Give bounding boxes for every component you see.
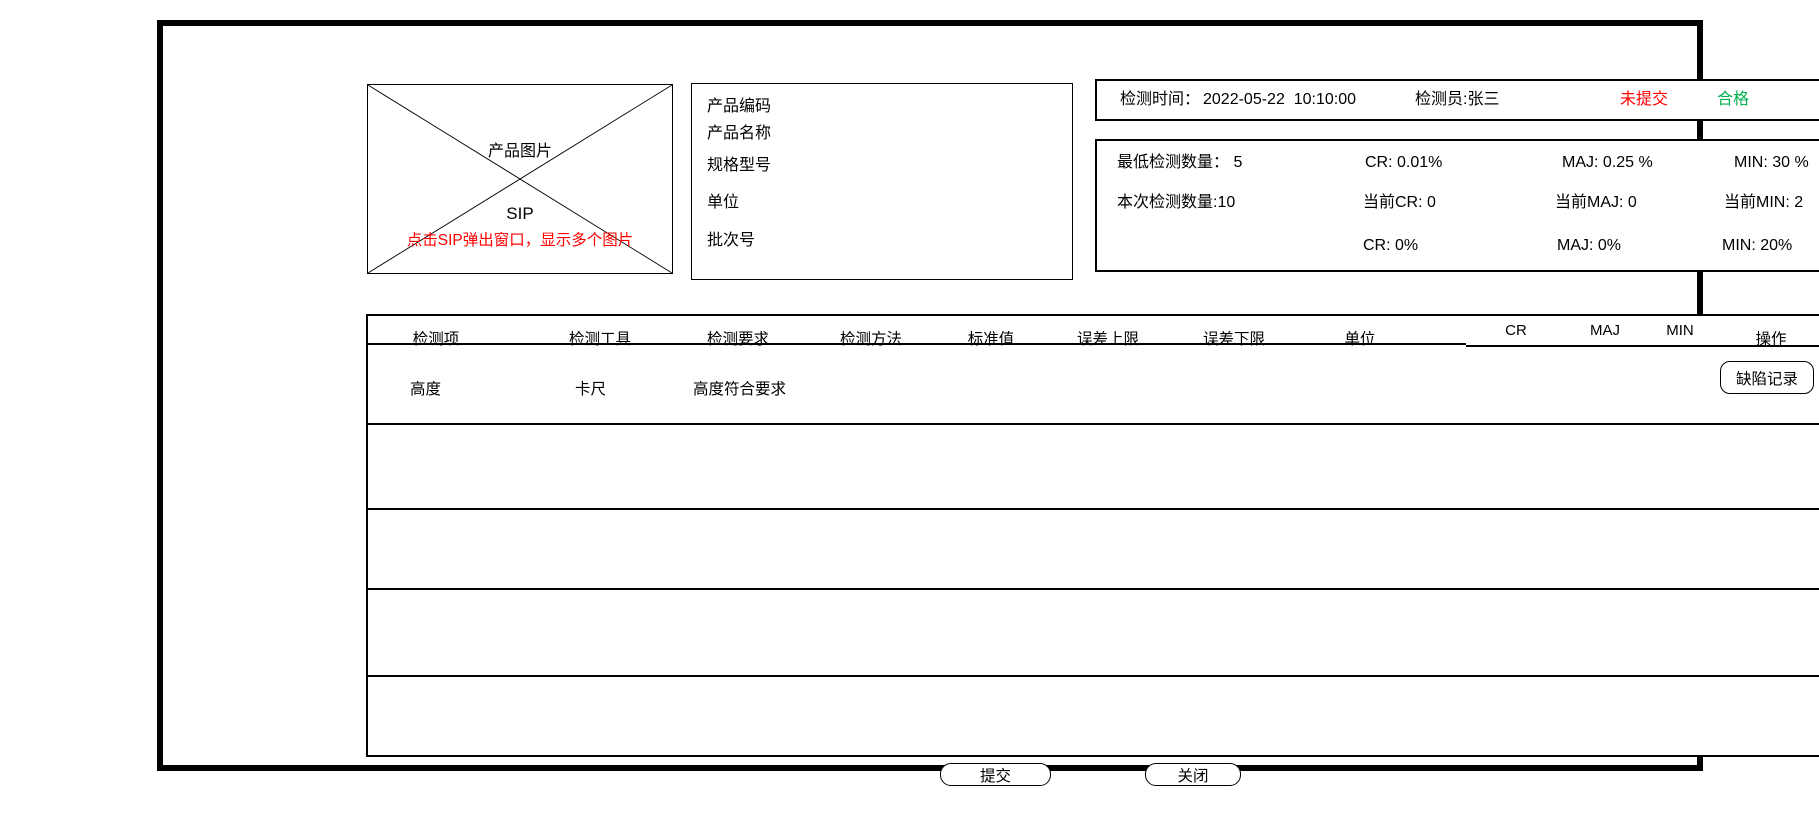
maj-rate: MAJ: 0%	[1557, 236, 1621, 255]
row-cell-requirement: 高度符合要求	[693, 377, 786, 399]
col-header-requirement: 检测要求	[707, 327, 769, 349]
field-label-batch-no: 批次号	[707, 231, 755, 251]
col-header-method: 检测方法	[840, 327, 902, 349]
inspection-time-value: 2022-05-22 10:10:00	[1203, 90, 1356, 110]
maj-limit: MAJ: 0.25 %	[1562, 153, 1653, 172]
field-label-unit: 单位	[707, 193, 739, 213]
row-separator	[368, 675, 1819, 677]
col-header-min: MIN	[1666, 322, 1694, 339]
cr-rate: CR: 0%	[1363, 236, 1418, 255]
inspection-dialog-page: 产品图片 SIP 点击SIP弹出窗口，显示多个图片 产品编码 产品名称 规格型号…	[0, 0, 1819, 833]
row-separator	[368, 508, 1819, 510]
inspection-header-panel: 检测时间： 2022-05-22 10:10:00 检测员:张三 未提交 合格	[1095, 79, 1819, 121]
inspection-table: 检测项 检测工具 检测要求 检测方法 标准值 误差上限 误差下限 单位 CR M…	[366, 314, 1819, 757]
inspection-stats-panel: 最低检测数量： 5 CR: 0.01% MAJ: 0.25 % MIN: 30 …	[1095, 139, 1819, 272]
header-underline-right	[1466, 345, 1819, 347]
current-maj: 当前MAJ: 0	[1555, 193, 1637, 212]
col-header-upper-tolerance: 误差上限	[1077, 327, 1139, 349]
sip-link[interactable]: SIP	[368, 204, 672, 224]
product-image-label: 产品图片	[368, 137, 672, 161]
inspector-name: 检测员:张三	[1415, 90, 1499, 110]
row-cell-item: 高度	[410, 377, 441, 399]
field-label-product-code: 产品编码	[707, 97, 771, 117]
col-header-standard: 标准值	[968, 327, 1015, 349]
cr-limit: CR: 0.01%	[1365, 153, 1442, 172]
current-min: 当前MIN: 2	[1724, 193, 1803, 212]
col-header-lower-tolerance: 误差下限	[1203, 327, 1265, 349]
min-limit: MIN: 30 %	[1734, 153, 1809, 172]
close-button[interactable]: 关闭	[1145, 763, 1241, 786]
col-header-item: 检测项	[413, 327, 460, 349]
defect-record-button[interactable]: 缺陷记录	[1720, 361, 1814, 394]
field-label-product-name: 产品名称	[707, 124, 771, 144]
submit-status-badge: 未提交	[1620, 90, 1668, 110]
sip-hint-text: 点击SIP弹出窗口，显示多个图片	[368, 228, 672, 250]
current-qty: 本次检测数量:10	[1117, 193, 1235, 212]
col-header-unit: 单位	[1344, 327, 1375, 349]
dialog-frame: 产品图片 SIP 点击SIP弹出窗口，显示多个图片 产品编码 产品名称 规格型号…	[157, 20, 1703, 771]
field-label-spec-model: 规格型号	[707, 156, 771, 176]
row-separator	[368, 588, 1819, 590]
min-required-qty: 最低检测数量： 5	[1117, 153, 1242, 172]
product-info-panel: 产品编码 产品名称 规格型号 单位 批次号	[691, 83, 1073, 280]
col-header-maj: MAJ	[1590, 322, 1620, 339]
result-status-badge: 合格	[1717, 90, 1749, 110]
row-separator	[368, 423, 1819, 425]
product-image-placeholder: 产品图片 SIP 点击SIP弹出窗口，显示多个图片	[367, 84, 673, 274]
col-header-cr: CR	[1505, 322, 1527, 339]
col-header-tool: 检测工具	[569, 327, 631, 349]
inspection-time-label: 检测时间：	[1120, 90, 1200, 110]
header-underline-left	[368, 343, 1466, 345]
current-cr: 当前CR: 0	[1363, 193, 1436, 212]
min-rate: MIN: 20%	[1722, 236, 1792, 255]
row-cell-tool: 卡尺	[575, 377, 606, 399]
submit-button[interactable]: 提交	[940, 763, 1051, 786]
